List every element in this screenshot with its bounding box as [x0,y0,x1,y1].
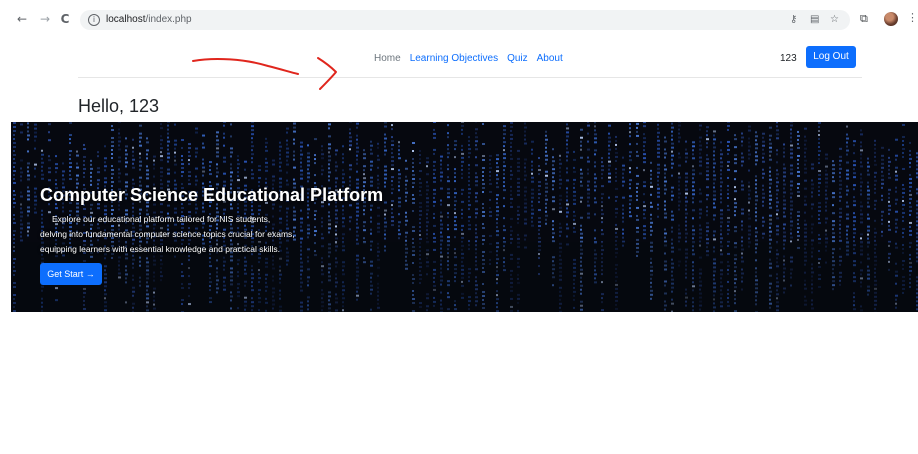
more-menu-icon[interactable]: ⋮ [907,11,918,24]
key-icon[interactable]: ⚷ [790,14,797,26]
site-info-icon[interactable]: i [88,14,100,26]
logout-button[interactable]: Log Out [806,46,856,68]
hero-description-line: equipping learners with essential knowle… [40,244,281,254]
hero-banner: Computer Science Educational Platform Ex… [11,122,918,312]
greeting-heading: Hello, 123 [78,96,160,116]
nav-username: 123 [780,53,797,64]
hero-description: Explore our educational platform tailore… [40,212,360,257]
profile-avatar[interactable] [884,12,898,26]
reload-icon[interactable]: C [58,12,72,26]
bookmark-star-icon[interactable]: ☆ [830,14,839,26]
translate-icon[interactable]: ▤ [810,14,819,26]
site-navbar: Home Learning Objectives Quiz About 123 … [78,40,862,78]
hero-description-line: delving into fundamental computer scienc… [40,229,295,239]
hero-description-line: Explore our educational platform tailore… [52,214,271,224]
browser-toolbar: ← → C i localhost/index.php ⚷ ▤ ☆ ⧉ ⋮ [0,0,918,38]
url-host: localhost [106,14,146,25]
nav-link-home[interactable]: Home [374,52,401,66]
hero-title: Computer Science Educational Platform [40,185,384,205]
nav-link-quiz[interactable]: Quiz [507,52,528,66]
get-start-button[interactable]: Get Start → [40,263,102,285]
nav-links: Home Learning Objectives Quiz About [374,52,563,66]
address-bar[interactable]: i localhost/index.php ⚷ ▤ ☆ [80,10,850,30]
forward-icon[interactable]: → [38,12,52,26]
extensions-icon[interactable]: ⧉ [860,12,868,26]
url-text: localhost/index.php [106,13,192,27]
nav-link-learning-objectives[interactable]: Learning Objectives [410,52,498,66]
nav-link-about[interactable]: About [537,52,563,66]
url-path: /index.php [145,14,192,25]
back-icon[interactable]: ← [15,12,29,26]
